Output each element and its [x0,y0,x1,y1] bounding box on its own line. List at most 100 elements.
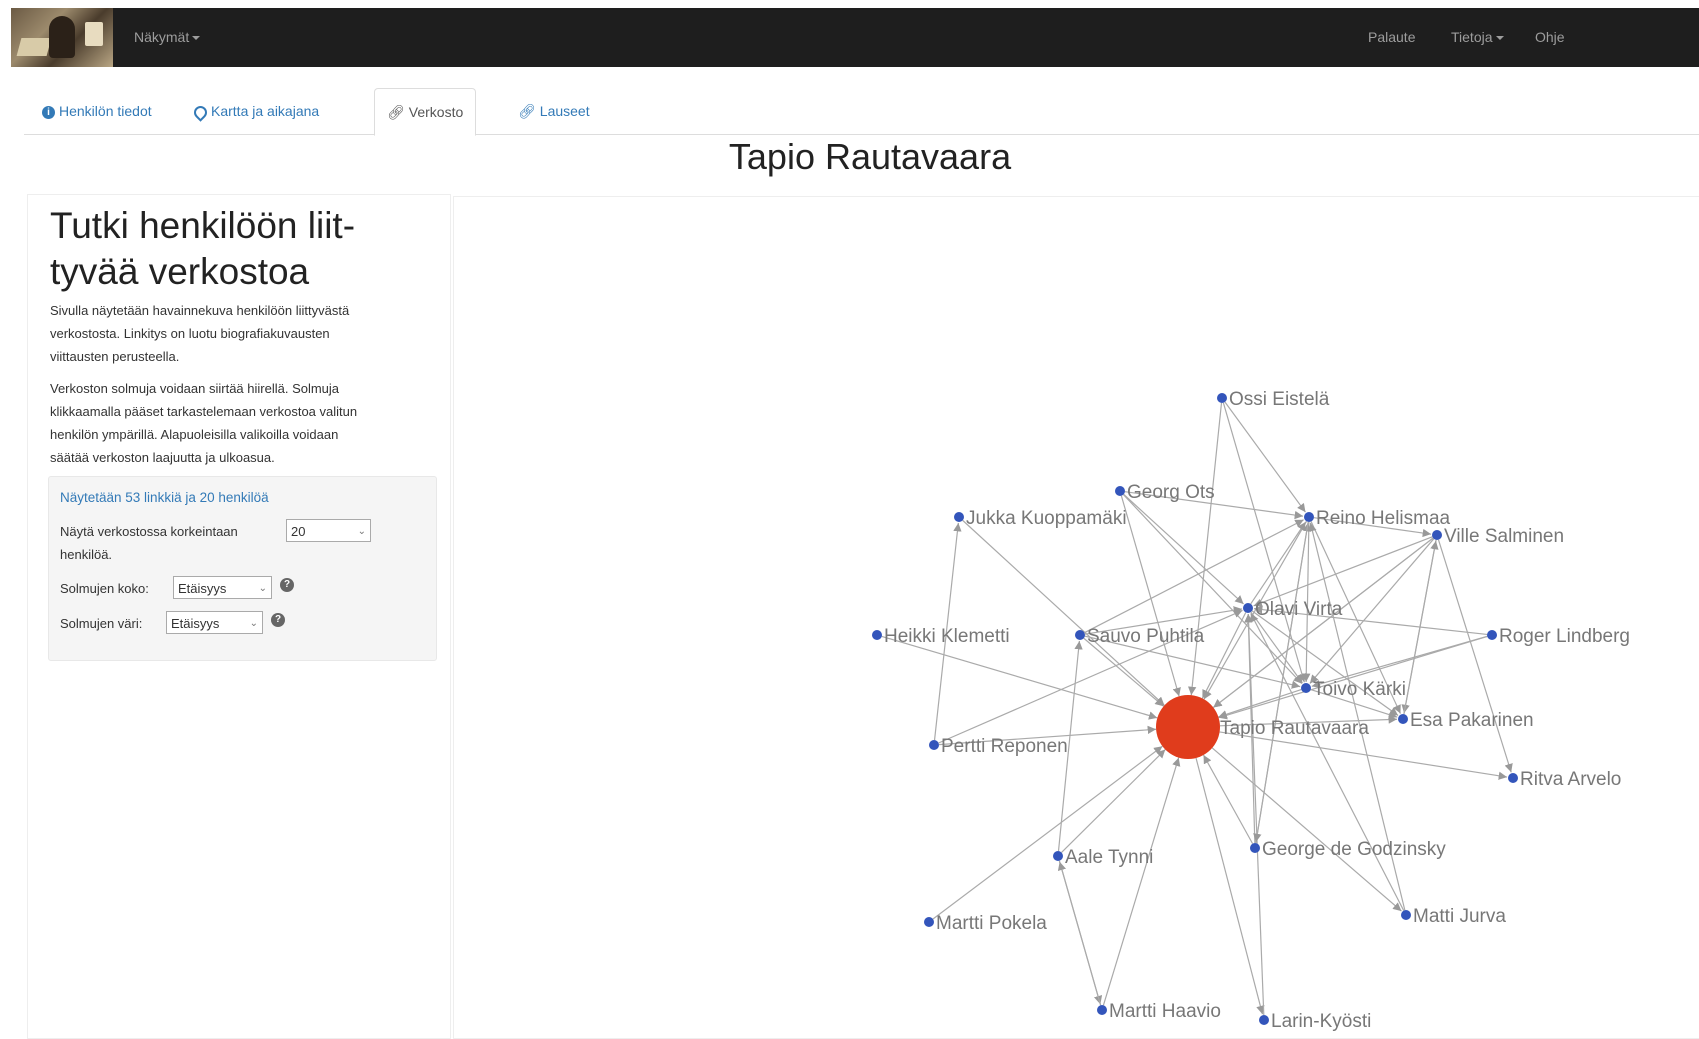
feedback-label: Palaute [1368,29,1416,45]
network-edge [1211,747,1402,912]
limit-select[interactable]: 20 ⌄ [286,519,371,542]
limit-select-value: 20 [291,524,306,539]
network-edge [1057,861,1102,1006]
link-icon: 🔗︎ [387,104,405,120]
paragraph-line: säätää verkoston laajuutta ja ulkoasua. [50,450,275,465]
network-node-ritva[interactable]: Ritva Arvelo [1508,769,1621,790]
node-circle[interactable] [1304,512,1314,522]
node-label: George de Godzinsky [1262,839,1446,860]
node-circle[interactable] [1250,843,1260,853]
page-title: Tapio Rautavaara [728,136,1012,177]
network-node-aale[interactable]: Aale Tynni [1053,847,1153,868]
node-circle[interactable] [1243,603,1253,613]
network-graph[interactable]: Tapio Rautavaara Ossi Eistelä Georg Ots Juk… [453,196,1699,1039]
node-label: Olavi Virta [1255,599,1343,620]
node-circle[interactable] [872,630,882,640]
network-node-olavi[interactable]: Olavi Virta [1243,599,1343,620]
help-link[interactable]: Ohje [1535,8,1565,67]
node-circle[interactable] [1432,530,1442,540]
node-circle[interactable] [1401,910,1411,920]
node-circle[interactable] [929,740,939,750]
network-edge [1437,539,1513,773]
network-edge [881,635,1158,720]
tab-person-info[interactable]: i Henkilön tiedot [30,88,164,134]
top-navbar: Näkymät Palaute Tietoja Ohje [11,8,1699,67]
network-node-ossi[interactable]: Ossi Eistelä [1217,389,1330,410]
node-circle[interactable] [1508,773,1518,783]
chevron-down-icon: ⌄ [357,526,366,537]
paragraph-line: henkilön ympärillä. Alapuoleisilla valik… [50,427,339,442]
node-circle[interactable] [1259,1015,1269,1025]
logo-book-shape [16,38,52,56]
network-node-matti[interactable]: Matti Jurva [1401,906,1506,927]
node-label: Pertti Reponen [941,736,1068,757]
paragraph-line: Sivulla näytetään havainnekuva henkilöön… [50,303,350,318]
network-node-ville[interactable]: Ville Salminen [1432,526,1564,547]
tab-label: Lauseet [539,103,590,119]
network-node-marttip[interactable]: Martti Pokela [924,913,1047,934]
network-node-toivo[interactable]: Toivo Kärki [1301,679,1406,700]
network-node-pertti[interactable]: Pertti Reponen [929,736,1068,757]
size-select-value: Etäisyys [178,581,227,596]
network-node-sauvo[interactable]: Sauvo Puhtila [1075,626,1205,647]
node-circle[interactable] [1217,393,1227,403]
paragraph-line: Verkoston solmuja voidaan siirtää hiirel… [50,381,340,396]
chevron-down-icon: ⌄ [249,618,258,629]
network-edge [1250,613,1405,911]
network-node-george[interactable]: George de Godzinsky [1250,839,1446,860]
node-circle[interactable] [924,917,934,927]
network-edge [1224,401,1306,513]
paragraph-line: verkostosta. Linkitys on luotu biografia… [50,326,330,341]
node-label: Reino Helismaa [1316,508,1451,529]
network-edge [1202,754,1254,844]
center-node-circle[interactable] [1156,695,1220,759]
node-label: Esa Pakarinen [1410,710,1534,731]
tab-map-timeline[interactable]: Kartta ja aikajana [182,88,331,134]
network-node-heikki[interactable]: Heikki Klemetti [872,626,1010,647]
network-edge [1187,402,1223,696]
heading-line: Tutki henkilöön liit- [50,205,356,246]
node-circle[interactable] [1301,683,1311,693]
logo-lamp-shape [85,22,103,46]
node-label: Georg Ots [1127,482,1215,503]
node-circle[interactable] [954,512,964,522]
node-label: Martti Haavio [1109,1001,1221,1022]
network-svg[interactable]: Tapio Rautavaara Ossi Eistelä Georg OtsJuk… [454,197,1699,1038]
views-menu-label: Näkymät [134,29,190,45]
network-node-georg[interactable]: Georg Ots [1115,482,1215,503]
help-icon[interactable]: ? [280,578,294,592]
node-circle[interactable] [1075,630,1085,640]
network-node-esa[interactable]: Esa Pakarinen [1398,710,1534,731]
node-circle[interactable] [1398,714,1408,724]
network-node-roger[interactable]: Roger Lindberg [1487,626,1630,647]
network-node-marttih[interactable]: Martti Haavio [1097,1001,1221,1022]
intro-paragraph: Sivulla näytetään havainnekuva henkilöön… [50,299,432,368]
heading-line: tyvää verkostoa [50,251,310,292]
sidebar-heading: Tutki henkilöön liit- tyvää verkostoa [50,203,430,295]
network-edge [1123,493,1244,605]
color-select[interactable]: Etäisyys ⌄ [166,611,263,634]
node-circle[interactable] [1097,1005,1107,1015]
node-circle[interactable] [1115,486,1125,496]
tab-sentences[interactable]: 🔗︎ Lauseet [506,88,602,134]
feedback-link[interactable]: Palaute [1368,8,1415,67]
settings-box: Näytetään 53 linkkiä ja 20 henkilöä Näyt… [48,476,437,661]
node-label: Heikki Klemetti [884,626,1010,647]
network-node-reino[interactable]: Reino Helismaa [1304,508,1451,529]
site-logo[interactable] [11,8,113,67]
node-circle[interactable] [1053,851,1063,861]
size-select[interactable]: Etäisyys ⌄ [173,576,272,599]
network-edge [962,519,1165,706]
info-circle-icon: i [42,105,55,119]
views-menu[interactable]: Näkymät [134,8,201,67]
link-icon: 🔗︎ [518,103,536,119]
help-icon[interactable]: ? [271,613,285,627]
network-node-larin[interactable]: Larin-Kyösti [1259,1011,1371,1032]
tab-bar: i Henkilön tiedot Kartta ja aikajana 🔗︎ Ve… [24,88,1699,136]
summary-link[interactable]: Näytetään 53 linkkiä ja 20 henkilöä [60,490,269,505]
node-circle[interactable] [1487,630,1497,640]
info-menu[interactable]: Tietoja [1451,8,1504,67]
node-label: Matti Jurva [1413,906,1506,927]
tab-network[interactable]: 🔗︎ Verkosto [374,88,477,136]
network-node-jukka[interactable]: Jukka Kuoppamäki [954,508,1127,529]
